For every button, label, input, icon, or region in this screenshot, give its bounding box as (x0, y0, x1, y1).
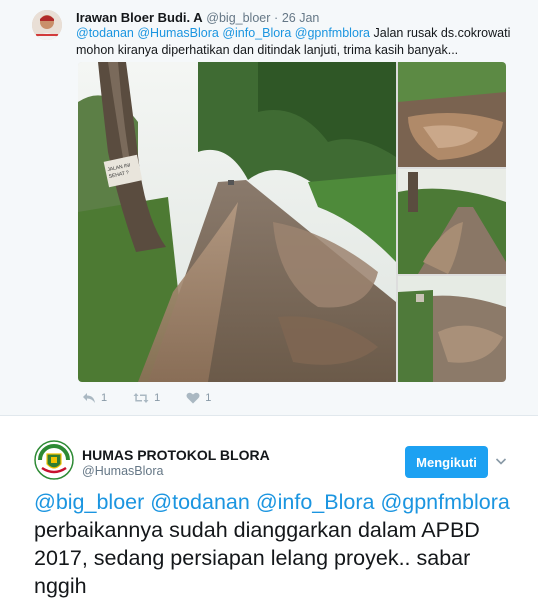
main-road-photo[interactable]: JALAN INI SEHAT ? (78, 62, 396, 382)
reply-author-avatar[interactable] (34, 440, 74, 480)
reply-count: 1 (101, 392, 108, 404)
parent-author-avatar[interactable] (32, 10, 62, 40)
photo-thumb-2[interactable] (398, 169, 506, 274)
retweet-icon (133, 393, 149, 403)
parent-tweet-actions: 1 1 1 (82, 390, 237, 406)
mention-link[interactable]: @big_bloer (34, 490, 144, 514)
reply-author-handle[interactable]: @HumasBlora (82, 464, 163, 478)
parent-tweet-text: @todanan @HumasBlora @info_Blora @gpnfmb… (76, 25, 524, 59)
following-button[interactable]: Mengikuti (405, 446, 488, 478)
photo-thumb-3[interactable] (398, 276, 506, 382)
reply-icon (83, 393, 95, 403)
like-action[interactable]: 1 (186, 392, 211, 404)
parent-author-name[interactable]: Irawan Bloer Budi. A (76, 10, 203, 25)
reply-tweet-body: perbaikannya sudah dianggarkan dalam APB… (34, 518, 480, 598)
header-separator: · (274, 11, 279, 25)
like-count: 1 (205, 392, 212, 404)
chevron-down-icon[interactable] (494, 454, 508, 468)
retweet-action[interactable]: 1 (133, 392, 160, 404)
parent-tweet-date[interactable]: 26 Jan (282, 11, 320, 25)
mention-link[interactable]: @info_Blora (222, 26, 291, 40)
photo-thumb-1[interactable] (398, 62, 506, 167)
mention-link[interactable]: @info_Blora (256, 490, 375, 514)
photo-grid: JALAN INI SEHAT ? (78, 62, 506, 382)
reply-tweet-text: @big_bloer @todanan @info_Blora @gpnfmbl… (34, 488, 524, 600)
reply-author-name[interactable]: HUMAS PROTOKOL BLORA (82, 447, 270, 463)
mention-link[interactable]: @gpnfmblora (295, 26, 370, 40)
reply-action[interactable]: 1 (82, 392, 107, 404)
mention-link[interactable]: @HumasBlora (137, 26, 218, 40)
parent-tweet: Irawan Bloer Budi. A @big_bloer · 26 Jan… (0, 0, 538, 416)
mention-link[interactable]: @todanan (76, 26, 134, 40)
heart-icon (186, 392, 200, 404)
mention-link[interactable]: @gpnfmblora (380, 490, 509, 514)
parent-tweet-header: Irawan Bloer Budi. A @big_bloer · 26 Jan (76, 10, 319, 25)
mention-link[interactable]: @todanan (150, 490, 250, 514)
parent-author-handle[interactable]: @big_bloer (206, 11, 270, 25)
retweet-count: 1 (154, 392, 161, 404)
